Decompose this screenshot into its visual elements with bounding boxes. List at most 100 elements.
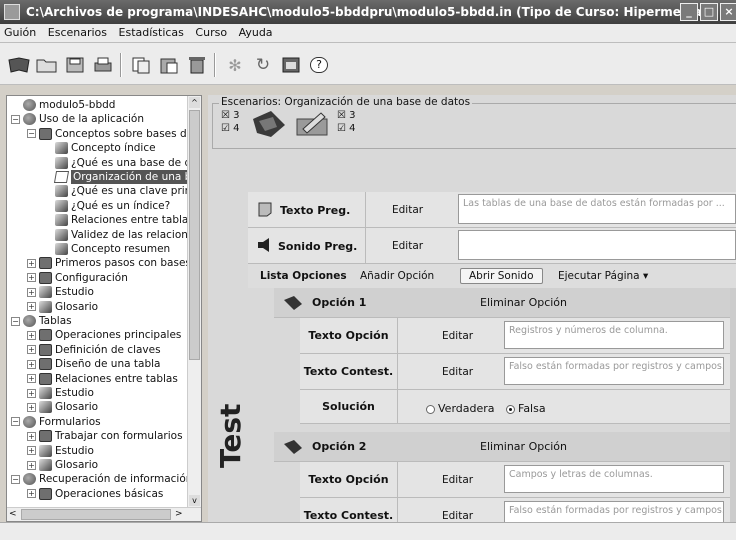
tree-item[interactable]: + Trabajar con formularios [27, 429, 183, 443]
radio-verdadera[interactable]: Verdadera [426, 402, 495, 415]
run-page-dropdown[interactable]: Ejecutar Página ▾ [558, 270, 648, 282]
tree-item[interactable]: + Primeros pasos con bases d [27, 256, 201, 270]
tree-item[interactable]: + Relaciones entre tablas [27, 372, 178, 386]
option-1-texto-contest-edit[interactable]: Editar [442, 366, 473, 378]
tree-item[interactable]: + Estudio [27, 386, 94, 400]
tree-horizontal-scrollbar[interactable]: < > [7, 507, 201, 521]
tree-item[interactable]: + Diseño de una tabla [27, 357, 160, 371]
expand-icon[interactable]: + [27, 345, 36, 355]
sonido-preg-edit-link[interactable]: Editar [392, 240, 423, 252]
tree-item[interactable]: − Formularios [11, 415, 101, 429]
texto-preg-edit-link[interactable]: Editar [392, 204, 423, 216]
collapse-icon[interactable]: − [11, 114, 20, 124]
tree-vertical-scrollbar[interactable]: ^ v [187, 96, 201, 507]
tree-item[interactable]: Relaciones entre tablas [43, 213, 194, 227]
tree-item[interactable]: ¿Qué es una clave prim [43, 184, 195, 198]
scroll-right-icon[interactable]: > [175, 509, 185, 520]
tree-item[interactable]: ¿Qué es una base de d [43, 156, 191, 170]
close-button[interactable]: × [720, 3, 736, 21]
expand-icon[interactable]: + [27, 302, 36, 312]
expand-icon[interactable]: + [27, 359, 36, 369]
menu-escenarios[interactable]: Escenarios [48, 26, 107, 39]
option-1-delete-link[interactable]: Eliminar Opción [480, 296, 567, 309]
refresh-icon[interactable]: ↻ [250, 54, 276, 76]
tree-item[interactable]: + Operaciones básicas [27, 487, 163, 501]
paste-icon[interactable] [156, 54, 182, 76]
menu-estadisticas[interactable]: Estadísticas [119, 26, 184, 39]
expand-icon[interactable]: + [27, 431, 36, 441]
scroll-down-icon[interactable]: v [189, 495, 200, 506]
tool-icon [55, 214, 68, 227]
collapse-icon[interactable]: − [11, 417, 20, 427]
tree-item[interactable]: Organización de una ba [43, 170, 200, 184]
option-1-texto-opcion-edit[interactable]: Editar [442, 330, 473, 342]
help-icon[interactable]: ? [306, 54, 332, 76]
print-icon[interactable] [90, 54, 116, 76]
expand-icon[interactable]: + [27, 446, 36, 456]
scenario-tools-icon[interactable] [251, 109, 287, 139]
radio-falsa[interactable]: Falsa [506, 402, 546, 415]
sonido-preg-label: Sonido Preg. [278, 239, 358, 253]
option-2-texto-opcion-field[interactable]: Campos y letras de columnas. [504, 465, 724, 493]
sparkle-icon[interactable]: ✻ [222, 54, 248, 76]
tree-scroll-thumb[interactable] [189, 110, 200, 360]
expand-icon[interactable]: + [27, 460, 36, 470]
minimize-button[interactable]: _ [680, 3, 698, 21]
option-2-texto-opcion-edit[interactable]: Editar [442, 474, 473, 486]
window-icon[interactable] [278, 54, 304, 76]
tree-item[interactable]: + Estudio [27, 444, 94, 458]
expand-icon[interactable]: + [27, 287, 36, 297]
book-icon[interactable] [6, 54, 32, 76]
open-sound-button[interactable]: Abrir Sonido [460, 268, 543, 284]
option-1-texto-contest-field[interactable]: Falso están formadas por registros y cam… [504, 357, 724, 385]
tree-item[interactable]: + Configuración [27, 271, 128, 285]
course-tree[interactable]: modulo5-bbdd − Uso de la aplicación − Concep… [6, 95, 202, 522]
scroll-up-icon[interactable]: ^ [189, 97, 200, 108]
collapse-icon[interactable]: − [11, 316, 20, 326]
tree-item[interactable]: modulo5-bbdd [11, 98, 115, 112]
expand-icon[interactable]: + [27, 489, 36, 499]
collapse-icon[interactable]: − [11, 474, 20, 484]
maximize-button[interactable]: □ [700, 3, 718, 21]
tree-item[interactable]: Concepto resumen [43, 242, 170, 256]
sonido-preg-field[interactable] [458, 230, 736, 260]
option-2-texto-contest-edit[interactable]: Editar [442, 510, 473, 522]
option-2-delete-link[interactable]: Eliminar Opción [480, 440, 567, 453]
tree-item[interactable]: − Conceptos sobre bases de [27, 127, 193, 141]
tree-item[interactable]: ¿Qué es un índice? [43, 199, 170, 213]
tree-item[interactable]: + Estudio [27, 285, 94, 299]
option-1-texto-opcion-field[interactable]: Registros y números de columna. [504, 321, 724, 349]
scroll-left-icon[interactable]: < [9, 509, 19, 520]
tree-item[interactable]: − Uso de la aplicación [11, 112, 144, 126]
scenario-edit-icon[interactable] [293, 109, 331, 139]
tree-item[interactable]: + Glosario [27, 300, 98, 314]
option-2-texto-contest-field[interactable]: Falso están formadas por registros y cam… [504, 501, 724, 522]
expand-icon[interactable]: + [27, 402, 36, 412]
tree-item[interactable]: + Glosario [27, 400, 98, 414]
menu-guion[interactable]: Guión [4, 26, 36, 39]
expand-icon[interactable]: + [27, 330, 36, 340]
tree-item[interactable]: + Operaciones principales [27, 328, 181, 342]
expand-icon[interactable]: + [27, 374, 36, 384]
tree-item[interactable]: Concepto índice [43, 141, 156, 155]
tree-item[interactable]: Validez de las relacione [43, 228, 194, 242]
menu-curso[interactable]: Curso [195, 26, 227, 39]
tree-item[interactable]: − Tablas [11, 314, 72, 328]
expand-icon[interactable]: + [27, 258, 36, 268]
tree-item[interactable]: − Recuperación de información [11, 472, 192, 486]
save-icon[interactable] [62, 54, 88, 76]
tree-item[interactable]: + Glosario [27, 458, 98, 472]
option-1-header: Opción 1 Eliminar Opción [274, 288, 730, 318]
trash-icon[interactable] [184, 54, 210, 76]
folder-open-icon[interactable] [34, 54, 60, 76]
copy-icon[interactable] [128, 54, 154, 76]
expand-icon[interactable]: + [27, 388, 36, 398]
expand-icon[interactable]: + [27, 273, 36, 283]
collapse-icon[interactable]: − [27, 129, 36, 139]
tree-item[interactable]: + Definición de claves [27, 343, 161, 357]
options-scrollbar[interactable] [730, 288, 736, 522]
tree-hscroll-thumb[interactable] [21, 509, 171, 520]
texto-preg-field[interactable]: Las tablas de una base de datos están fo… [458, 194, 736, 224]
add-option-link[interactable]: Añadir Opción [360, 270, 434, 282]
menu-ayuda[interactable]: Ayuda [239, 26, 273, 39]
